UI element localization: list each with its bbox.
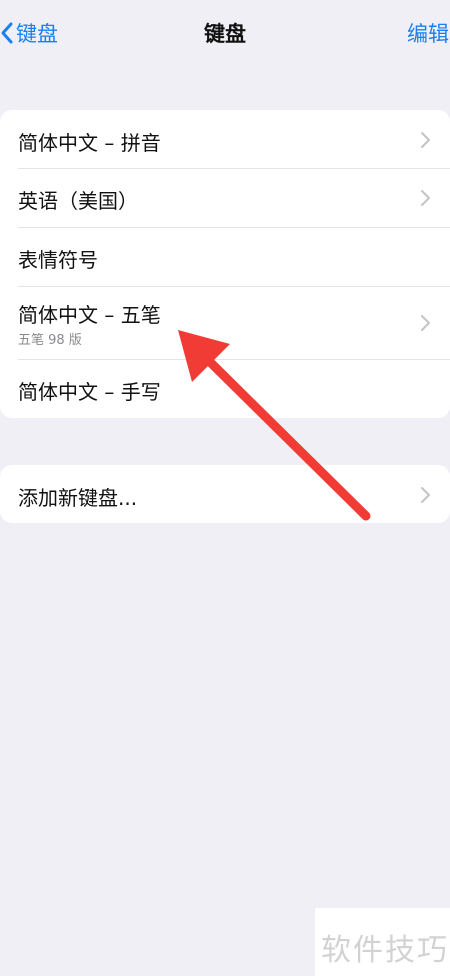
keyboard-item-handwriting[interactable]: 简体中文 – 手写 <box>0 360 450 418</box>
edit-button[interactable]: 编辑 <box>407 18 450 48</box>
keyboard-item-sublabel: 五笔 98 版 <box>18 333 82 348</box>
chevron-right-icon <box>421 315 430 331</box>
chevron-right-icon <box>421 487 430 503</box>
keyboard-item-emoji[interactable]: 表情符号 <box>0 228 450 286</box>
page-title: 键盘 <box>204 22 246 46</box>
navigation-bar: 键盘 键盘 编辑 <box>0 0 450 70</box>
keyboard-item-wubi[interactable]: 简体中文 – 五笔 五笔 98 版 <box>0 287 450 359</box>
keyboard-list: 简体中文 – 拼音 英语（美国） 表情符号 简体中文 – 五笔 五笔 98 版 … <box>0 110 450 418</box>
keyboard-item-label: 简体中文 – 五笔 <box>18 303 161 327</box>
watermark-text: 软件技巧 <box>321 933 449 968</box>
add-new-keyboard-label: 添加新键盘... <box>18 486 138 510</box>
chevron-right-icon <box>421 132 430 148</box>
chevron-right-icon <box>421 190 430 206</box>
add-keyboard-group: 添加新键盘... <box>0 465 450 523</box>
keyboard-item-label: 简体中文 – 拼音 <box>18 131 161 155</box>
keyboard-item-label: 英语（美国） <box>18 189 138 213</box>
keyboard-item-pinyin[interactable]: 简体中文 – 拼音 <box>0 110 450 168</box>
add-new-keyboard-button[interactable]: 添加新键盘... <box>0 465 450 523</box>
keyboard-item-english-us[interactable]: 英语（美国） <box>0 169 450 227</box>
keyboard-item-label: 表情符号 <box>18 248 98 272</box>
keyboard-item-label: 简体中文 – 手写 <box>18 380 161 404</box>
watermark: 软件技巧 <box>315 908 450 976</box>
